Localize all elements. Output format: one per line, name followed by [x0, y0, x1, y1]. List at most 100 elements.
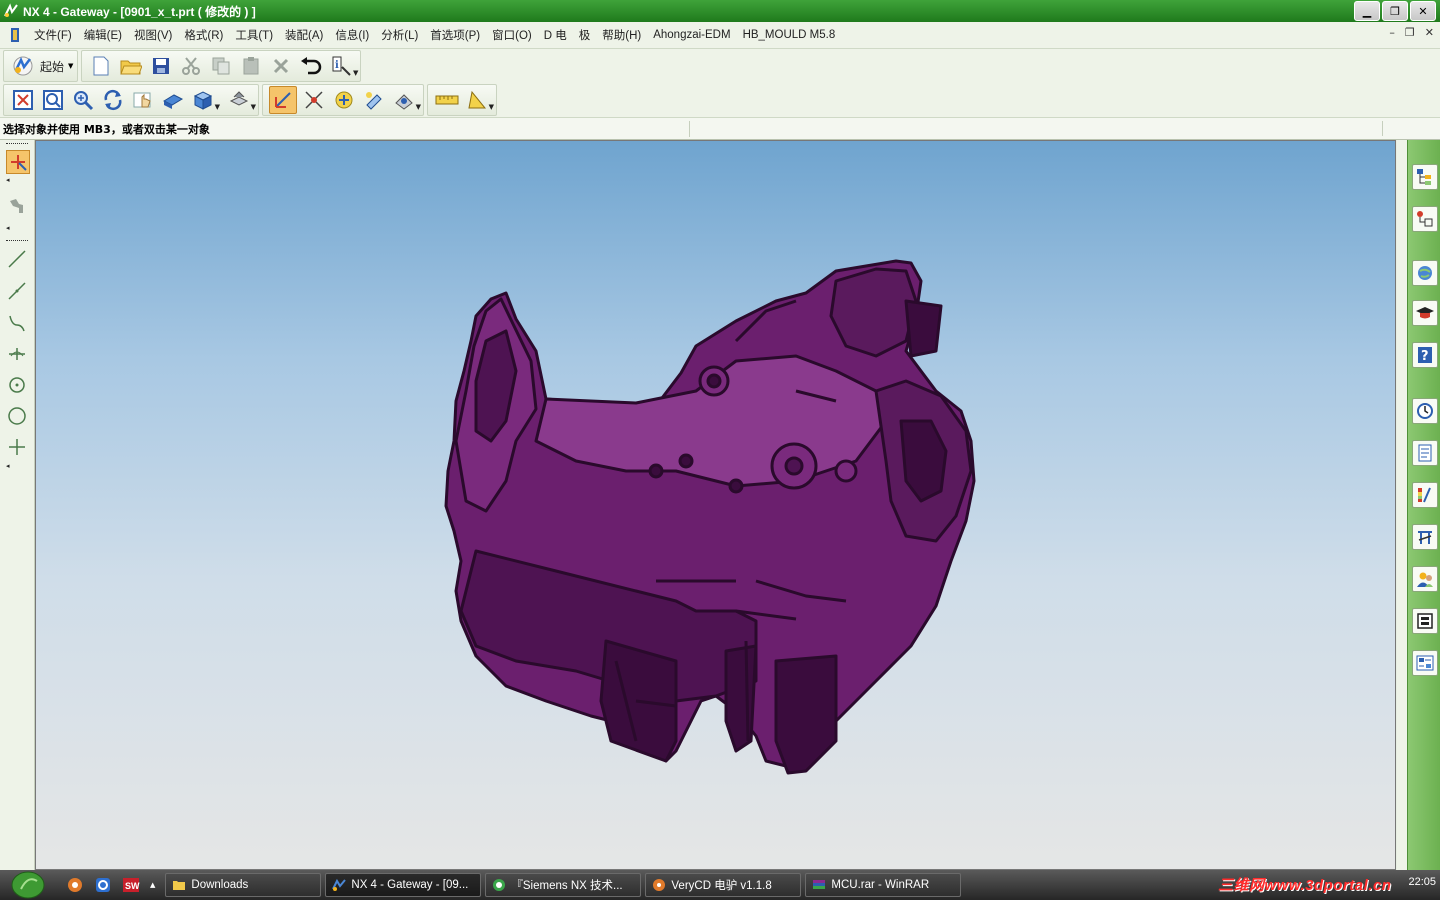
- measure-distance-icon[interactable]: [434, 87, 460, 113]
- doc-minimize-icon[interactable]: –: [1389, 26, 1395, 39]
- right-border: [1397, 140, 1407, 870]
- tool-library-icon[interactable]: [1412, 524, 1438, 550]
- menu-window[interactable]: 窗口(O): [486, 27, 538, 43]
- quicklaunch-browser-icon[interactable]: [92, 874, 114, 896]
- graphics-window[interactable]: [35, 140, 1396, 870]
- document-icon[interactable]: [8, 27, 22, 43]
- browser-icon: [493, 879, 506, 891]
- layer-icon[interactable]: ▼: [226, 87, 256, 113]
- edit-object-icon[interactable]: [361, 87, 387, 113]
- orient-view-icon[interactable]: ▼: [190, 87, 220, 113]
- undo-icon[interactable]: [298, 53, 324, 79]
- task-downloads[interactable]: Downloads: [165, 873, 322, 897]
- web-browser-icon[interactable]: [1412, 260, 1438, 286]
- snap-point-icon[interactable]: [301, 87, 327, 113]
- menu-analysis[interactable]: 分析(L): [375, 27, 424, 43]
- expand-arrow-icon[interactable]: ◂: [6, 176, 10, 184]
- menu-help[interactable]: 帮助(H): [596, 27, 647, 43]
- expand-arrow-icon[interactable]: ◂: [6, 224, 10, 232]
- start-icon[interactable]: [10, 53, 36, 79]
- menu-tools[interactable]: 工具(T): [229, 27, 279, 43]
- view-toolbar: ▼ ▼ ▼ ▼: [0, 83, 1440, 118]
- pan-icon[interactable]: [130, 87, 156, 113]
- process-studio-icon[interactable]: [1412, 650, 1438, 676]
- svg-text:SW: SW: [125, 881, 140, 891]
- fit-view-icon[interactable]: [10, 87, 36, 113]
- menu-file[interactable]: 文件(F): [28, 27, 78, 43]
- arc-icon[interactable]: [6, 312, 28, 334]
- cut-icon[interactable]: [178, 53, 204, 79]
- status-line: [690, 121, 1383, 136]
- expand-arrow-icon[interactable]: ◂: [6, 462, 10, 470]
- wcs-icon[interactable]: [331, 87, 357, 113]
- minimize-icon[interactable]: ▁: [1354, 1, 1380, 21]
- training-icon[interactable]: [1412, 300, 1438, 326]
- point-icon[interactable]: [6, 436, 28, 458]
- menu-ahongzai-edm[interactable]: Ahongzai-EDM: [647, 29, 736, 41]
- doc-close-icon[interactable]: ✕: [1425, 26, 1434, 39]
- task-label: 『Siemens NX 技术...: [511, 880, 623, 892]
- open-folder-icon[interactable]: [118, 53, 144, 79]
- winrar-icon: [813, 880, 826, 889]
- palette-icon[interactable]: [1412, 482, 1438, 508]
- menu-assembly[interactable]: 装配(A): [279, 27, 329, 43]
- quicklaunch-expand-icon[interactable]: ▲: [150, 881, 155, 889]
- point-cross-icon[interactable]: [6, 343, 28, 365]
- help-icon[interactable]: ?: [1412, 342, 1438, 368]
- selection-filter-icon[interactable]: [269, 86, 297, 114]
- system-materials-icon[interactable]: [1412, 440, 1438, 466]
- doc-restore-icon[interactable]: ❐: [1405, 26, 1415, 39]
- menu-format[interactable]: 格式(R): [178, 27, 229, 43]
- toolbar-grip[interactable]: [6, 240, 28, 243]
- line-segment-icon[interactable]: [6, 280, 28, 302]
- select-icon[interactable]: [6, 150, 30, 174]
- paste-icon[interactable]: [238, 53, 264, 79]
- reuse-library-icon[interactable]: [1412, 608, 1438, 634]
- information-icon[interactable]: i ▼: [328, 53, 358, 79]
- menu-ji[interactable]: 极: [573, 27, 597, 43]
- delete-icon[interactable]: [268, 53, 294, 79]
- display-edit-icon[interactable]: ▼: [391, 87, 421, 113]
- quicklaunch-solidworks-icon[interactable]: SW: [120, 874, 142, 896]
- file-group: i ▼: [81, 50, 362, 82]
- clock[interactable]: 22:05: [1408, 876, 1436, 888]
- cue-text: 选择对象并使用 MB3，或者双击某一对象: [0, 120, 690, 137]
- measure-angle-icon[interactable]: ▼: [464, 87, 494, 113]
- toolbar-grip[interactable]: [6, 143, 28, 146]
- menu-information[interactable]: 信息(I): [329, 27, 375, 43]
- close-icon[interactable]: ✕: [1410, 1, 1436, 21]
- task-siemens-nx-forum[interactable]: 『Siemens NX 技术...: [485, 873, 642, 897]
- menu-view[interactable]: 视图(V): [128, 27, 178, 43]
- zoom-window-icon[interactable]: [40, 87, 66, 113]
- copy-icon[interactable]: [208, 53, 234, 79]
- task-verycd[interactable]: VeryCD 电驴 v1.1.8: [645, 873, 802, 897]
- part-model[interactable]: [36, 141, 1395, 869]
- start-button[interactable]: 起始: [40, 58, 64, 75]
- zoom-icon[interactable]: [70, 87, 96, 113]
- line-icon[interactable]: [6, 248, 28, 270]
- start-orb-icon[interactable]: [10, 870, 46, 900]
- roles-icon[interactable]: [1412, 566, 1438, 592]
- render-style-icon[interactable]: [160, 87, 186, 113]
- window-title: NX 4 - Gateway - [0901_x_t.prt ( 修改的 ) ]: [23, 4, 256, 19]
- save-icon[interactable]: [148, 53, 174, 79]
- assembly-navigator-icon[interactable]: [1412, 164, 1438, 190]
- menu-preferences[interactable]: 首选项(P): [424, 27, 486, 43]
- task-nx-gateway[interactable]: NX 4 - Gateway - [09...: [325, 873, 482, 897]
- feature-icon[interactable]: [6, 195, 28, 217]
- quicklaunch-app-icon[interactable]: [64, 874, 86, 896]
- selection-group: ▼: [262, 84, 424, 116]
- cue-line: 选择对象并使用 MB3，或者双击某一对象: [0, 118, 1440, 140]
- restore-icon[interactable]: ❐: [1382, 1, 1408, 21]
- rotate-icon[interactable]: [100, 87, 126, 113]
- new-file-icon[interactable]: [88, 53, 114, 79]
- task-winrar[interactable]: MCU.rar - WinRAR: [805, 873, 962, 897]
- menu-bar: 文件(F) 编辑(E) 视图(V) 格式(R) 工具(T) 装配(A) 信息(I…: [0, 22, 1440, 49]
- menu-hb-mould[interactable]: HB_MOULD M5.8: [737, 29, 842, 41]
- part-navigator-icon[interactable]: [1412, 206, 1438, 232]
- history-icon[interactable]: [1412, 398, 1438, 424]
- menu-edit[interactable]: 编辑(E): [78, 27, 128, 43]
- circle-icon[interactable]: [6, 405, 28, 427]
- circle-point-icon[interactable]: [6, 374, 28, 396]
- menu-electrode[interactable]: D 电: [538, 27, 573, 43]
